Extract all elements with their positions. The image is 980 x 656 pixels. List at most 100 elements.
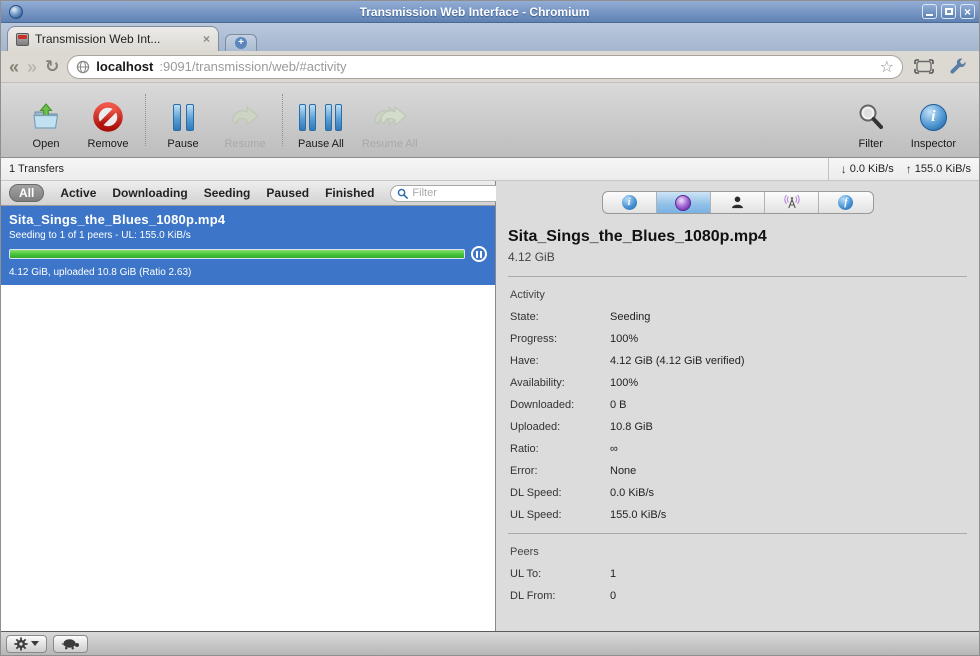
url-host: localhost (96, 59, 154, 74)
fullscreen-button[interactable] (911, 59, 937, 74)
torrent-name: Sita_Sings_the_Blues_1080p.mp4 (9, 212, 226, 227)
torrent-list: Sita_Sings_the_Blues_1080p.mp4 Seeding t… (1, 206, 495, 631)
detail-row-ul-speed: UL Speed: 155.0 KiB/s (510, 509, 667, 521)
pause-all-icon (299, 99, 343, 135)
pause-all-button[interactable]: Pause All (298, 90, 344, 150)
filter-bar: All Active Downloading Seeding Paused Fi… (1, 181, 506, 206)
window-titlebar[interactable]: Transmission Web Interface - Chromium × (1, 1, 979, 23)
url-path: :9091/transmission/web/#activity (159, 59, 347, 74)
filter-tab-finished[interactable]: Finished (325, 186, 374, 200)
torrent-pause-button[interactable] (471, 246, 487, 262)
inspector-panel: i f Sita_Sings_the_Blues_1080p.mp4 4.12 … (496, 181, 979, 631)
footer-bar (1, 631, 979, 655)
upload-arrow-icon: ↑ (905, 162, 912, 176)
wrench-icon (950, 58, 966, 74)
settings-wrench-button[interactable] (945, 58, 971, 76)
torrent-row[interactable]: Sita_Sings_the_Blues_1080p.mp4 Seeding t… (1, 206, 495, 285)
remove-icon (93, 99, 123, 135)
chromium-window: Transmission Web Interface - Chromium × … (0, 0, 980, 656)
filter-tab-seeding[interactable]: Seeding (204, 186, 251, 200)
filter-search-input[interactable] (412, 187, 499, 199)
close-button[interactable]: × (960, 4, 975, 19)
tracker-antenna-icon (784, 195, 800, 209)
inspector-tab-info[interactable]: i (603, 192, 657, 213)
pause-button[interactable]: Pause (161, 90, 205, 150)
pause-icon (172, 99, 194, 135)
status-bar: 1 Transfers ↓ 0.0 KiB/s ↑ 155.0 KiB/s (1, 158, 979, 181)
detail-row-state: State: Seeding (510, 311, 651, 323)
divider (508, 276, 967, 277)
upload-speed: ↑ 155.0 KiB/s (905, 162, 971, 176)
torrent-status: Seeding to 1 of 1 peers - UL: 155.0 KiB/… (9, 230, 191, 241)
inspector-torrent-size: 4.12 GiB (508, 250, 555, 264)
inspector-torrent-title: Sita_Sings_the_Blues_1080p.mp4 (508, 228, 767, 245)
reload-button[interactable]: ↻ (45, 58, 59, 75)
toolbar-separator (282, 94, 283, 146)
globe-icon (77, 60, 90, 73)
torrent-progress-bar (9, 249, 465, 259)
tab-title: Transmission Web Int... (35, 32, 161, 46)
chromium-logo-icon (9, 4, 23, 19)
browser-tab[interactable]: Transmission Web Int... × (7, 26, 219, 51)
filter-tab-active[interactable]: Active (60, 186, 96, 200)
resume-all-icon (371, 99, 409, 135)
bookmark-star-icon[interactable]: ☆ (880, 57, 894, 77)
filter-tab-all[interactable]: All (9, 184, 45, 202)
toolbar-separator (145, 94, 146, 146)
inspector-info-icon: i (919, 103, 947, 131)
tab-close-icon[interactable]: × (203, 33, 210, 45)
activity-section-heading: Activity (510, 289, 545, 301)
speed-limit-turtle-button[interactable] (53, 634, 88, 653)
transmission-toolbar: Open Remove Pause Resume Pause All Resum… (1, 83, 979, 158)
detail-row-downloaded: Downloaded: 0 B (510, 399, 627, 411)
remove-button[interactable]: Remove (86, 90, 130, 150)
close-icon: × (963, 4, 971, 19)
transmission-favicon-icon (16, 32, 29, 46)
filter-tab-downloading[interactable]: Downloading (112, 186, 187, 200)
detail-row-dl-speed: DL Speed: 0.0 KiB/s (510, 487, 655, 499)
search-icon (398, 188, 409, 199)
transfers-count: 1 Transfers (9, 163, 65, 175)
detail-row-progress: Progress: 100% (510, 333, 639, 345)
inspector-tab-tracker[interactable] (765, 192, 820, 213)
minimize-icon (926, 14, 933, 16)
filter-button[interactable]: Filter (849, 90, 893, 150)
chevron-down-icon (31, 641, 39, 646)
filter-search-box[interactable] (390, 184, 506, 202)
magnifier-icon (857, 99, 885, 135)
inspector-tab-activity[interactable] (656, 192, 711, 213)
inspector-button[interactable]: i Inspector (911, 90, 956, 150)
url-bar[interactable]: localhost :9091/transmission/web/#activit… (67, 54, 903, 79)
settings-gear-button[interactable] (6, 634, 47, 653)
detail-row-ratio: Ratio: ∞ (510, 443, 618, 455)
detail-row-have: Have: 4.12 GiB (4.12 GiB verified) (510, 355, 745, 367)
divider (508, 533, 967, 534)
minimize-button[interactable] (922, 4, 937, 19)
new-tab-button[interactable]: + (225, 34, 257, 51)
detail-row-availability: Availability: 100% (510, 377, 639, 389)
torrent-list-pane: All Active Downloading Seeding Paused Fi… (1, 181, 506, 631)
maximize-button[interactable] (941, 4, 956, 19)
window-title: Transmission Web Interface - Chromium (359, 4, 590, 19)
back-button[interactable]: « (9, 58, 19, 76)
inspector-tab-peers[interactable] (711, 192, 766, 213)
detail-row-uploaded: Uploaded: 10.8 GiB (510, 421, 653, 433)
maximize-icon (944, 8, 953, 15)
inspector-tab-files[interactable]: f (819, 192, 872, 213)
filter-tab-paused[interactable]: Paused (266, 186, 309, 200)
speed-summary: ↓ 0.0 KiB/s ↑ 155.0 KiB/s (827, 158, 971, 180)
torrent-progress-fill (10, 250, 464, 258)
download-speed: ↓ 0.0 KiB/s (840, 162, 894, 176)
browser-navbar: « » ↻ localhost :9091/transmission/web/#a… (1, 51, 979, 83)
gear-icon (14, 636, 28, 651)
open-folder-icon (30, 99, 62, 135)
inspector-tab-bar: i f (601, 191, 874, 214)
forward-button[interactable]: » (27, 58, 37, 76)
open-button[interactable]: Open (24, 90, 68, 150)
turtle-icon (61, 638, 79, 649)
resume-all-button[interactable]: Resume All (362, 90, 418, 150)
info-icon: i (621, 195, 637, 210)
resume-button[interactable]: Resume (223, 90, 267, 150)
torrent-details: 4.12 GiB, uploaded 10.8 GiB (Ratio 2.63) (9, 267, 192, 278)
detail-row-dl-from: DL From: 0 (510, 590, 617, 602)
